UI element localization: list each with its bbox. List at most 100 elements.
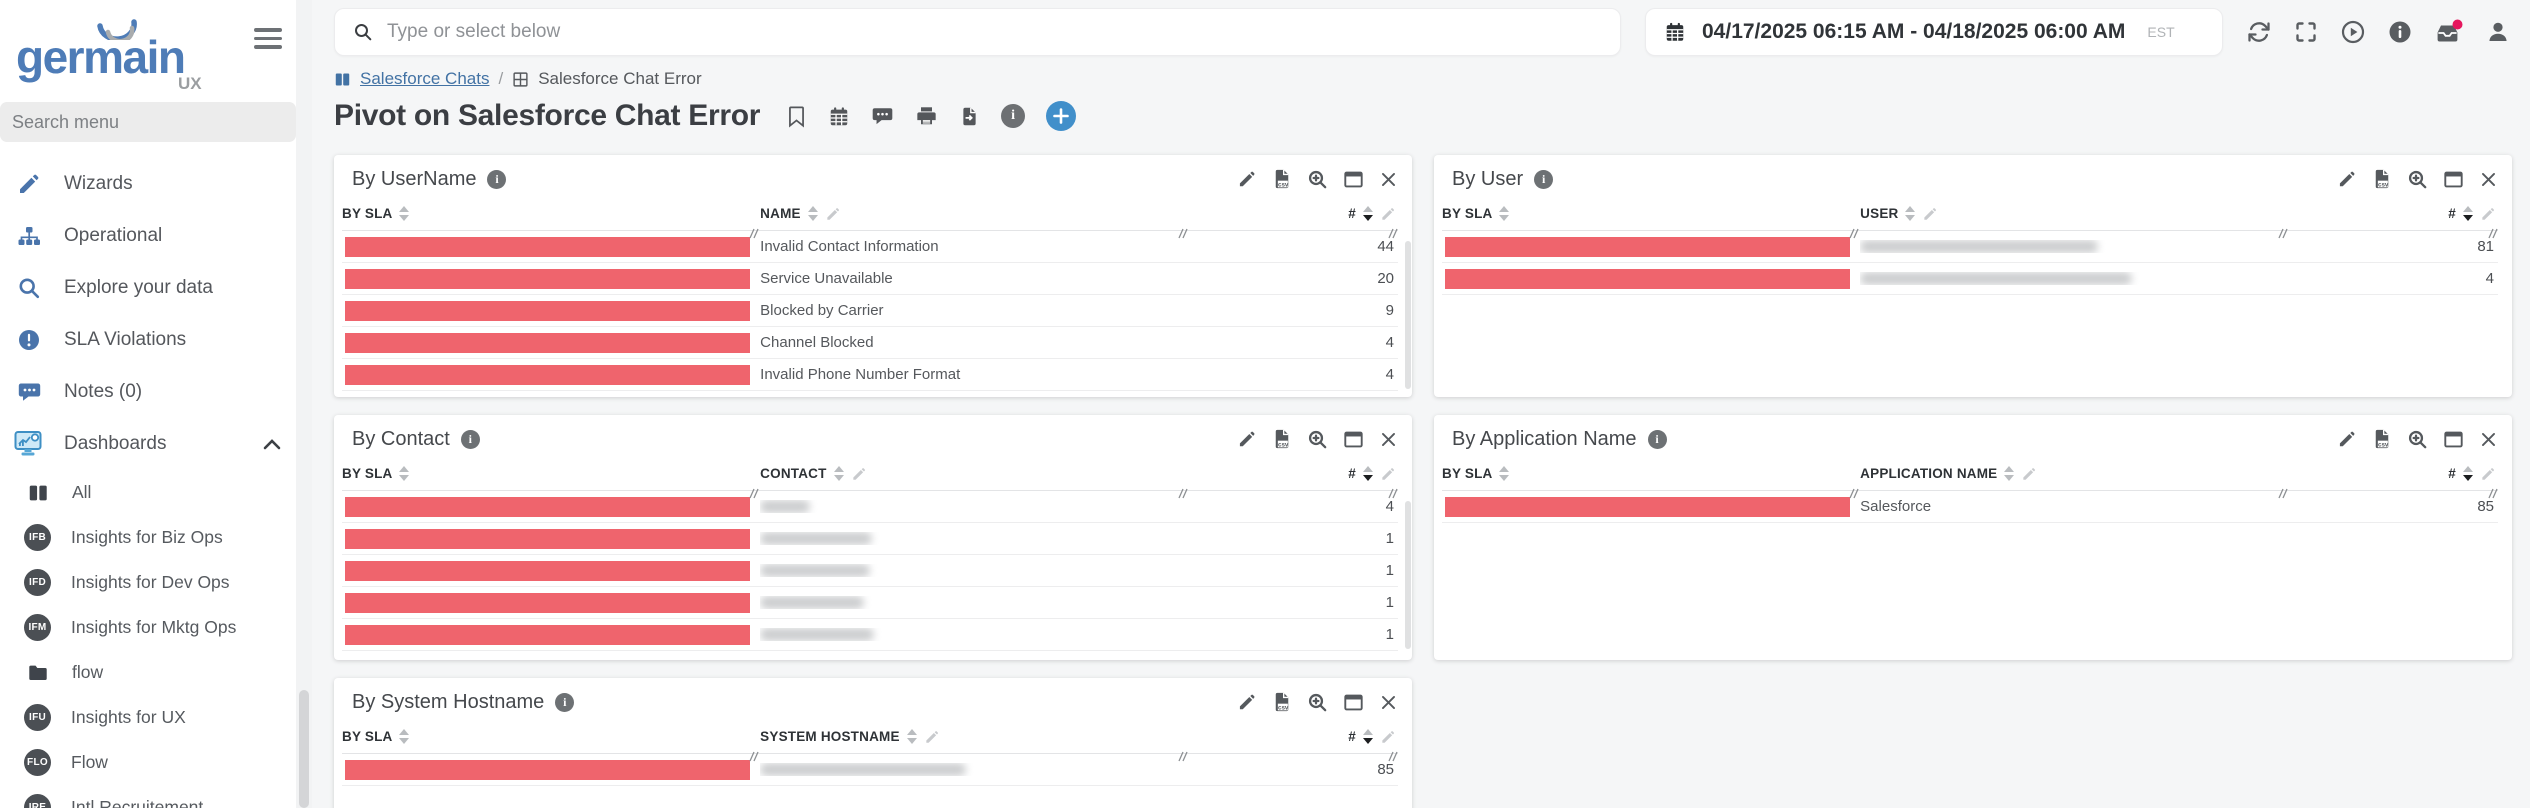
zoom-in-button[interactable] xyxy=(1307,169,1328,190)
export-csv-button[interactable]: csv xyxy=(1272,691,1292,713)
close-icon[interactable] xyxy=(2479,430,2498,449)
column-resize-handle[interactable] xyxy=(2485,488,2498,499)
column-resize-handle[interactable] xyxy=(1175,488,1188,499)
sort-icon[interactable] xyxy=(399,729,409,744)
export-button[interactable] xyxy=(959,105,980,128)
panel-info-icon[interactable]: i xyxy=(555,693,574,712)
maximize-button[interactable] xyxy=(1343,430,1364,449)
sidebar-item-insights-ux[interactable]: IFU Insights for UX xyxy=(0,695,296,740)
sort-icon[interactable] xyxy=(907,729,917,744)
column-header-dimension[interactable]: USER xyxy=(1860,206,2289,222)
sla-bar[interactable] xyxy=(345,760,750,780)
panel-info-icon[interactable]: i xyxy=(1534,170,1553,189)
edit-column-icon[interactable] xyxy=(825,206,841,222)
refresh-icon[interactable] xyxy=(2247,20,2271,44)
panel-info-icon[interactable]: i xyxy=(1648,430,1667,449)
sort-icon[interactable] xyxy=(1905,206,1915,221)
sort-icon-active[interactable] xyxy=(2463,466,2473,481)
sidebar-item-wizards[interactable]: Wizards xyxy=(0,158,296,210)
edit-column-icon[interactable] xyxy=(1380,206,1396,222)
column-resize-handle[interactable] xyxy=(1385,488,1398,499)
table-row[interactable]: 1 xyxy=(342,555,1398,587)
sla-bar[interactable] xyxy=(345,301,750,321)
close-icon[interactable] xyxy=(2479,170,2498,189)
close-icon[interactable] xyxy=(1379,170,1398,189)
maximize-button[interactable] xyxy=(1343,170,1364,189)
column-resize-handle[interactable] xyxy=(1175,751,1188,762)
sidebar-item-flow-folder[interactable]: flow xyxy=(0,650,296,695)
inbox-notifications-icon[interactable] xyxy=(2435,19,2463,45)
column-resize-handle[interactable] xyxy=(1385,228,1398,239)
close-icon[interactable] xyxy=(1379,430,1398,449)
print-button[interactable] xyxy=(915,105,938,127)
column-header-count[interactable]: # xyxy=(1189,206,1398,222)
chevron-up-icon[interactable] xyxy=(262,437,282,451)
app-logo[interactable]: germain ux xyxy=(0,8,296,98)
user-icon[interactable] xyxy=(2486,20,2510,44)
sidebar-item-dashboards[interactable]: Dashboards xyxy=(0,418,296,470)
export-csv-button[interactable]: csv xyxy=(2372,168,2392,190)
sidebar-item-all[interactable]: All xyxy=(0,470,296,515)
info-icon[interactable] xyxy=(2388,20,2412,44)
sla-bar[interactable] xyxy=(345,529,750,549)
export-csv-button[interactable]: csv xyxy=(2372,428,2392,450)
column-header-sla[interactable]: BY SLA xyxy=(342,466,760,481)
global-search-input[interactable]: Type or select below xyxy=(334,8,1621,56)
sla-bar[interactable] xyxy=(345,593,750,613)
sidebar-item-sla-violations[interactable]: SLA Violations xyxy=(0,314,296,366)
table-row[interactable]: 1 xyxy=(342,587,1398,619)
column-header-sla[interactable]: BY SLA xyxy=(1442,206,1860,221)
table-row[interactable]: 1 xyxy=(342,619,1398,651)
sidebar-item-flow[interactable]: FLO Flow xyxy=(0,740,296,785)
table-row[interactable]: 1 xyxy=(342,523,1398,555)
sidebar-scrollbar[interactable] xyxy=(296,0,312,808)
sort-icon-active[interactable] xyxy=(2463,206,2473,221)
column-header-count[interactable]: # xyxy=(1189,729,1398,745)
sort-icon[interactable] xyxy=(808,206,818,221)
sla-bar[interactable] xyxy=(345,561,750,581)
play-icon[interactable] xyxy=(2341,20,2365,44)
edit-column-icon[interactable] xyxy=(2480,206,2496,222)
sort-icon[interactable] xyxy=(1499,466,1509,481)
column-resize-handle[interactable] xyxy=(746,751,759,762)
column-header-count[interactable]: # xyxy=(2289,466,2498,482)
maximize-button[interactable] xyxy=(2443,430,2464,449)
table-row[interactable]: Service Unavailable20 xyxy=(342,263,1398,295)
edit-button[interactable] xyxy=(2337,169,2357,189)
table-row[interactable]: 81 xyxy=(1442,231,2498,263)
table-row[interactable]: Salesforce85 xyxy=(1442,491,2498,523)
sidebar-item-notes[interactable]: Notes (0) xyxy=(0,366,296,418)
column-resize-handle[interactable] xyxy=(746,228,759,239)
column-resize-handle[interactable] xyxy=(2275,488,2288,499)
sla-bar[interactable] xyxy=(345,625,750,645)
sidebar-item-intl-recruitement[interactable]: IRE Intl Recruitement xyxy=(0,785,296,808)
export-csv-button[interactable]: csv xyxy=(1272,428,1292,450)
sidebar-item-insights-dev-ops[interactable]: IFD Insights for Dev Ops xyxy=(0,560,296,605)
edit-column-icon[interactable] xyxy=(1922,206,1938,222)
sla-bar[interactable] xyxy=(345,497,750,517)
table-row[interactable]: 4 xyxy=(342,491,1398,523)
zoom-in-button[interactable] xyxy=(2407,429,2428,450)
edit-button[interactable] xyxy=(1237,692,1257,712)
table-row[interactable]: Channel Blocked4 xyxy=(342,327,1398,359)
sla-bar[interactable] xyxy=(1445,237,1850,257)
table-row[interactable]: 4 xyxy=(1442,263,2498,295)
edit-column-icon[interactable] xyxy=(851,466,867,482)
column-header-sla[interactable]: BY SLA xyxy=(1442,466,1860,481)
column-header-dimension[interactable]: APPLICATION NAME xyxy=(1860,466,2289,482)
export-csv-button[interactable]: csv xyxy=(1272,168,1292,190)
sla-bar[interactable] xyxy=(1445,269,1850,289)
date-range-picker[interactable]: 04/17/2025 06:15 AM - 04/18/2025 06:00 A… xyxy=(1645,8,2223,56)
edit-button[interactable] xyxy=(2337,429,2357,449)
scrollbar-thumb[interactable] xyxy=(299,690,309,808)
edit-button[interactable] xyxy=(1237,429,1257,449)
maximize-button[interactable] xyxy=(1343,693,1364,712)
panel-info-icon[interactable]: i xyxy=(461,430,480,449)
sidebar-item-operational[interactable]: Operational xyxy=(0,210,296,262)
column-resize-handle[interactable] xyxy=(2275,228,2288,239)
edit-button[interactable] xyxy=(1237,169,1257,189)
column-header-dimension[interactable]: NAME xyxy=(760,206,1189,222)
sort-icon[interactable] xyxy=(399,206,409,221)
column-resize-handle[interactable] xyxy=(1385,751,1398,762)
sla-bar[interactable] xyxy=(345,269,750,289)
